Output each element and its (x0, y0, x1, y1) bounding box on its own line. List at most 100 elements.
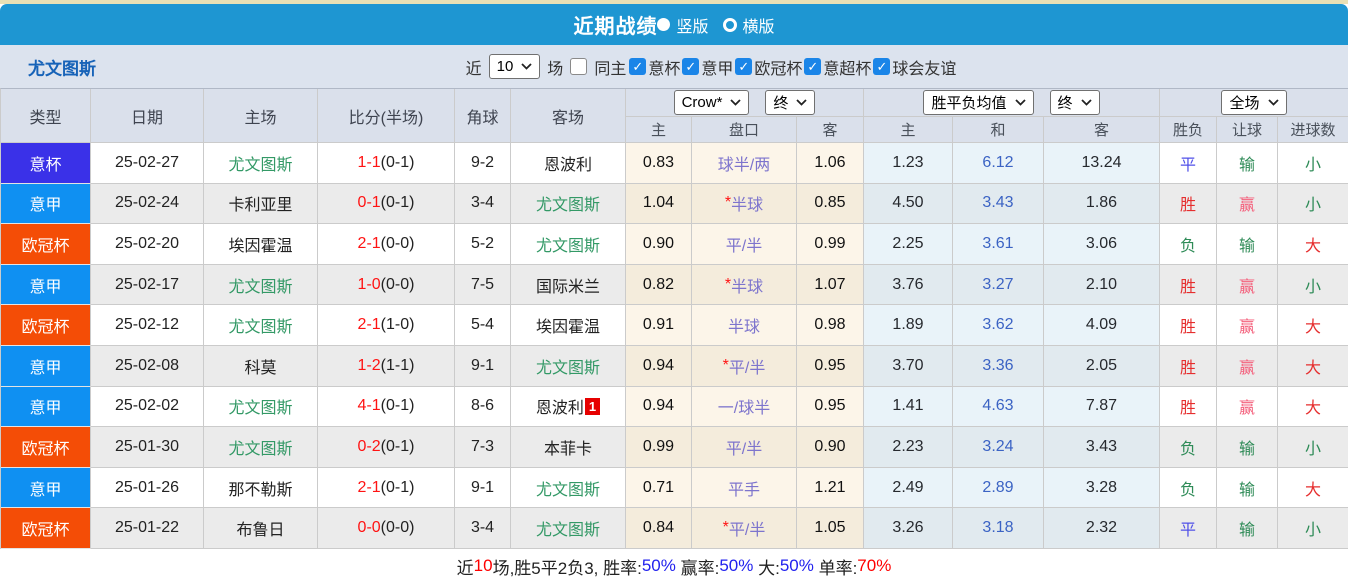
competition-label-2: 欧冠杯 (754, 60, 803, 78)
type-badge: 意甲 (1, 345, 91, 387)
odds-home-cell: 1.04 (626, 183, 692, 225)
subheader-avg-draw: 和 (953, 117, 1044, 143)
odds-header-group: Crow* 终 (626, 89, 864, 117)
subheader-avg-home: 主 (864, 117, 953, 143)
goals-cell: 大 (1278, 386, 1348, 428)
halftime-score: (0-1) (380, 478, 415, 496)
away-team-cell: 本菲卡 (511, 427, 626, 468)
handicap-cell: 半球 (692, 305, 797, 346)
corners-cell: 3-4 (455, 508, 511, 549)
fulltime-score: 2-1 (357, 478, 381, 496)
odds-provider-value: Crow* (681, 94, 723, 111)
summary-segment-8: 单率: (813, 558, 858, 578)
handicap-result-cell: 赢 (1217, 386, 1278, 428)
corners-cell: 9-2 (455, 143, 511, 184)
scope-select[interactable]: 全场 (1221, 90, 1287, 115)
competition-checkbox-1[interactable]: ✓ (682, 58, 700, 75)
subheader-odds-home: 主 (626, 117, 692, 143)
halftime-score: (0-1) (380, 194, 415, 212)
competition-checkbox-3[interactable]: ✓ (804, 58, 822, 75)
filter-controls: 近 10 场 同主 ✓ 意杯 ✓ 意甲 ✓ 欧冠杯 ✓ 意超杯 ✓ 球会友谊 (466, 54, 956, 79)
score-cell: 2-1 (0-1) (318, 467, 455, 509)
handicap-result-cell: 输 (1217, 143, 1278, 184)
corners-cell: 5-2 (455, 224, 511, 265)
odds-time-select[interactable]: 终 (765, 90, 816, 115)
same-home-checkbox[interactable] (570, 58, 588, 75)
home-team-cell: 尤文图斯 (204, 143, 318, 184)
odds-away-cell: 1.07 (797, 264, 864, 306)
home-team-cell: 科莫 (204, 345, 318, 387)
subheader-handicap: 盘口 (692, 117, 797, 143)
competition-checkbox-0[interactable]: ✓ (629, 58, 647, 75)
date-cell: 25-02-24 (91, 183, 204, 225)
fulltime-score: 1-2 (357, 356, 381, 374)
subheader-handicap-result: 让球 (1217, 117, 1278, 143)
competition-filters: ✓ 意杯 ✓ 意甲 ✓ 欧冠杯 ✓ 意超杯 ✓ 球会友谊 (629, 55, 956, 79)
chevron-down-icon (1014, 99, 1026, 106)
match-count-select[interactable]: 10 (488, 54, 541, 79)
summary-segment-3: 50% (641, 556, 676, 576)
avg-time-select[interactable]: 终 (1049, 90, 1100, 115)
handicap-cell: 平/半 (692, 427, 797, 468)
date-cell: 25-01-26 (91, 467, 204, 509)
home-team-cell: 埃因霍温 (204, 224, 318, 265)
date-cell: 25-01-30 (91, 427, 204, 468)
competition-label-1: 意甲 (701, 60, 734, 78)
corners-cell: 3-4 (455, 183, 511, 225)
halftime-score: (0-0) (380, 275, 415, 293)
handicap-value: 半球 (731, 197, 764, 215)
horizontal-layout-label[interactable]: 横版 (743, 13, 775, 37)
avg-type-select[interactable]: 胜平负均值 (923, 90, 1034, 115)
header-corners: 角球 (455, 89, 511, 143)
vertical-layout-radio[interactable] (657, 18, 671, 31)
vertical-layout-label[interactable]: 竖版 (676, 13, 708, 37)
odds-away-cell: 0.98 (797, 305, 864, 346)
handicap-cell: 平/半 (692, 224, 797, 265)
fulltime-score: 0-2 (357, 437, 381, 455)
horizontal-layout-radio[interactable] (722, 17, 737, 32)
handicap-value: 半球 (727, 319, 760, 337)
fulltime-score: 0-0 (357, 519, 381, 537)
scope-header-group: 全场 (1160, 89, 1348, 117)
halftime-score: (0-1) (380, 437, 415, 455)
handicap-value: 半球 (731, 278, 764, 296)
away-team-cell: 尤文图斯 (511, 467, 626, 509)
competition-checkbox-2[interactable]: ✓ (735, 58, 753, 75)
results-table: 类型 日期 主场 比分(半场) 角球 客场 Crow* 终 胜平负均值 终 全场… (0, 88, 1348, 549)
avg-header-group: 胜平负均值 终 (864, 89, 1160, 117)
home-team-cell: 布鲁日 (204, 508, 318, 549)
score-cell: 1-0 (0-0) (318, 264, 455, 306)
avg-draw-cell: 3.62 (953, 305, 1044, 346)
halftime-score: (1-0) (380, 316, 415, 334)
chevron-down-icon (730, 99, 742, 106)
result-cell: 胜 (1160, 183, 1217, 225)
type-badge: 意甲 (1, 386, 91, 428)
odds-home-cell: 0.84 (626, 508, 692, 549)
date-cell: 25-02-17 (91, 264, 204, 306)
avg-away-cell: 2.32 (1044, 508, 1160, 549)
avg-draw-cell: 3.43 (953, 183, 1044, 225)
halftime-score: (1-1) (380, 356, 415, 374)
avg-draw-cell: 3.24 (953, 427, 1044, 468)
competition-label-0: 意杯 (648, 60, 681, 78)
avg-home-cell: 3.26 (864, 508, 953, 549)
goals-cell: 小 (1278, 143, 1348, 184)
handicap-cell: 球半/两 (692, 143, 797, 184)
corners-cell: 7-5 (455, 264, 511, 306)
odds-away-cell: 1.21 (797, 467, 864, 509)
odds-home-cell: 0.94 (626, 345, 692, 387)
summary-segment-6: 大: (753, 558, 780, 578)
handicap-result-cell: 赢 (1217, 345, 1278, 387)
goals-cell: 小 (1278, 427, 1348, 468)
handicap-cell: * 平/半 (692, 345, 797, 387)
competition-checkbox-4[interactable]: ✓ (873, 58, 891, 75)
odds-provider-select[interactable]: Crow* (673, 90, 750, 115)
away-team-cell: 尤文图斯 (511, 508, 626, 549)
chevron-down-icon (796, 99, 808, 106)
date-cell: 25-02-27 (91, 143, 204, 184)
goals-cell: 大 (1278, 467, 1348, 509)
score-cell: 0-2 (0-1) (318, 427, 455, 468)
avg-draw-cell: 3.27 (953, 264, 1044, 306)
result-cell: 负 (1160, 427, 1217, 468)
odds-time-value: 终 (773, 95, 789, 112)
